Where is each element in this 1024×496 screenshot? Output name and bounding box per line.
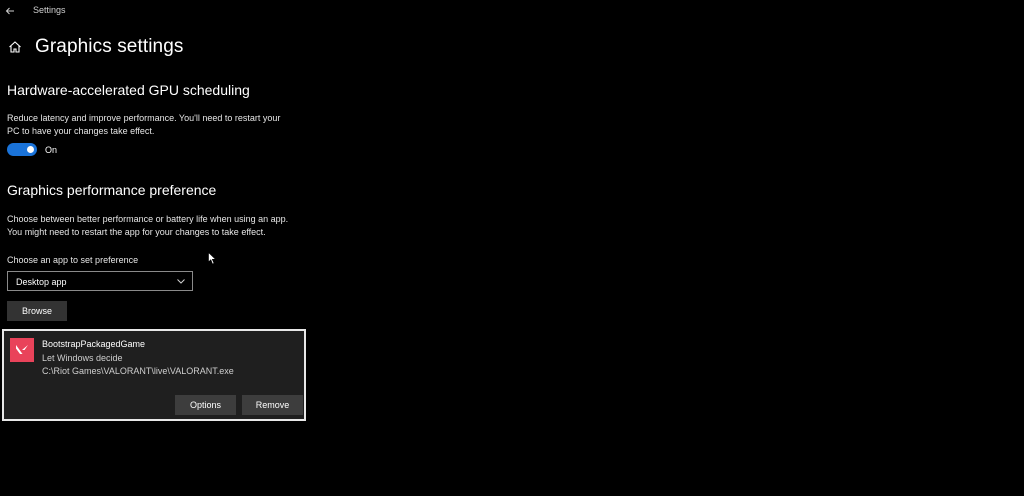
choose-app-label: Choose an app to set preference [7,255,139,265]
app-entry-card[interactable]: BootstrapPackagedGame Let Windows decide… [2,329,306,421]
chevron-down-icon [177,279,185,284]
title-bar: Settings [0,0,1024,22]
back-arrow-icon [5,7,14,15]
toggle-knob [27,146,34,153]
gpu-description-line-2: PC to have your changes take effect. [7,125,155,136]
performance-preference-description: Choose between better performance or bat… [7,213,307,238]
remove-button[interactable]: Remove [242,395,303,415]
toggle-state-label: On [45,145,58,155]
gpu-scheduling-toggle[interactable] [7,143,37,156]
perf-description-line-1: Choose between better performance or bat… [7,214,289,224]
mouse-cursor-icon [208,252,216,265]
perf-description-line-2: You might need to restart the app for yo… [7,226,266,237]
home-icon[interactable] [8,40,22,54]
app-preference: Let Windows decide [42,353,123,363]
gpu-description-line-1: Reduce latency and improve performance. … [7,113,281,123]
valorant-logo-icon [16,345,28,354]
gpu-scheduling-title: Hardware-accelerated GPU scheduling [7,82,250,98]
back-button[interactable] [2,3,18,19]
app-type-dropdown[interactable]: Desktop app [7,271,193,291]
gpu-scheduling-description: Reduce latency and improve performance. … [7,112,307,137]
valorant-app-icon [10,338,34,362]
dropdown-value: Desktop app [16,277,67,287]
options-button[interactable]: Options [175,395,236,415]
page-title: Graphics settings [35,36,184,57]
app-title: Settings [33,5,66,15]
app-path: C:\Riot Games\VALORANT\live\VALORANT.exe [42,366,234,376]
app-name: BootstrapPackagedGame [42,339,146,349]
browse-button[interactable]: Browse [7,301,67,321]
performance-preference-title: Graphics performance preference [7,182,217,198]
